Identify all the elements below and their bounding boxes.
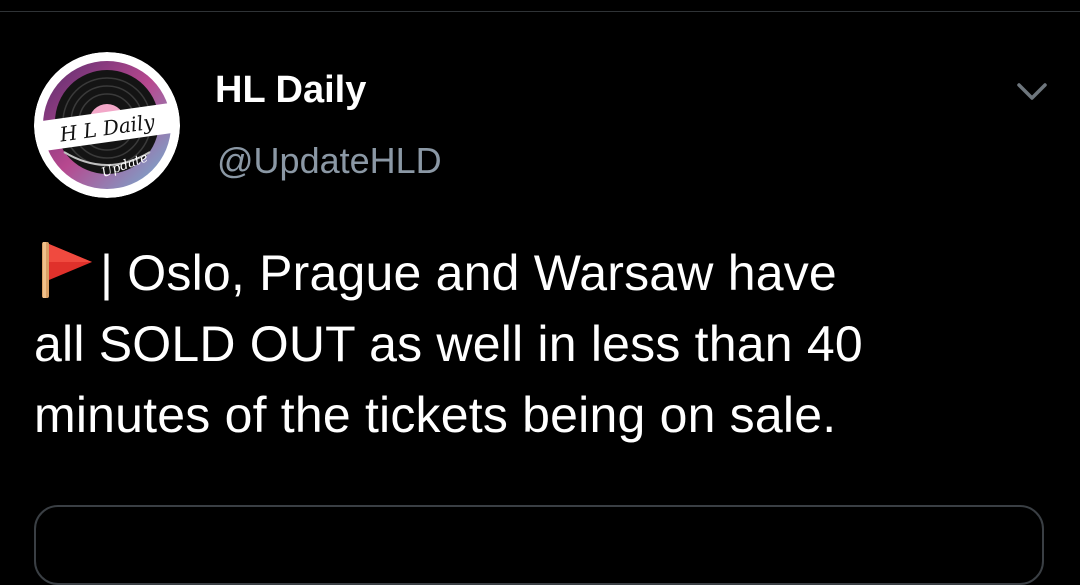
tweet-text-line-1: | Oslo, Prague and Warsaw have xyxy=(100,245,837,301)
author-handle[interactable]: @UpdateHLD xyxy=(217,138,442,184)
tweet-text-line: | Oslo, Prague and Warsaw have xyxy=(34,238,1044,309)
tweet-text-line-3: minutes of the tickets being on sale. xyxy=(34,387,837,443)
avatar-logo-image: H L Daily Update xyxy=(34,52,180,198)
link-card-preview[interactable] xyxy=(34,505,1044,585)
top-divider xyxy=(0,11,1080,12)
author-display-name[interactable]: HL Daily xyxy=(215,66,366,114)
chevron-down-icon xyxy=(1017,83,1047,100)
red-triangular-flag-icon xyxy=(42,242,92,298)
avatar[interactable]: H L Daily Update xyxy=(34,52,180,198)
tweet-menu-button[interactable] xyxy=(1010,72,1054,112)
tweet-text: | Oslo, Prague and Warsaw have all SOLD … xyxy=(34,238,1044,451)
tweet-text-line-2: all SOLD OUT as well in less than 40 xyxy=(34,316,863,372)
